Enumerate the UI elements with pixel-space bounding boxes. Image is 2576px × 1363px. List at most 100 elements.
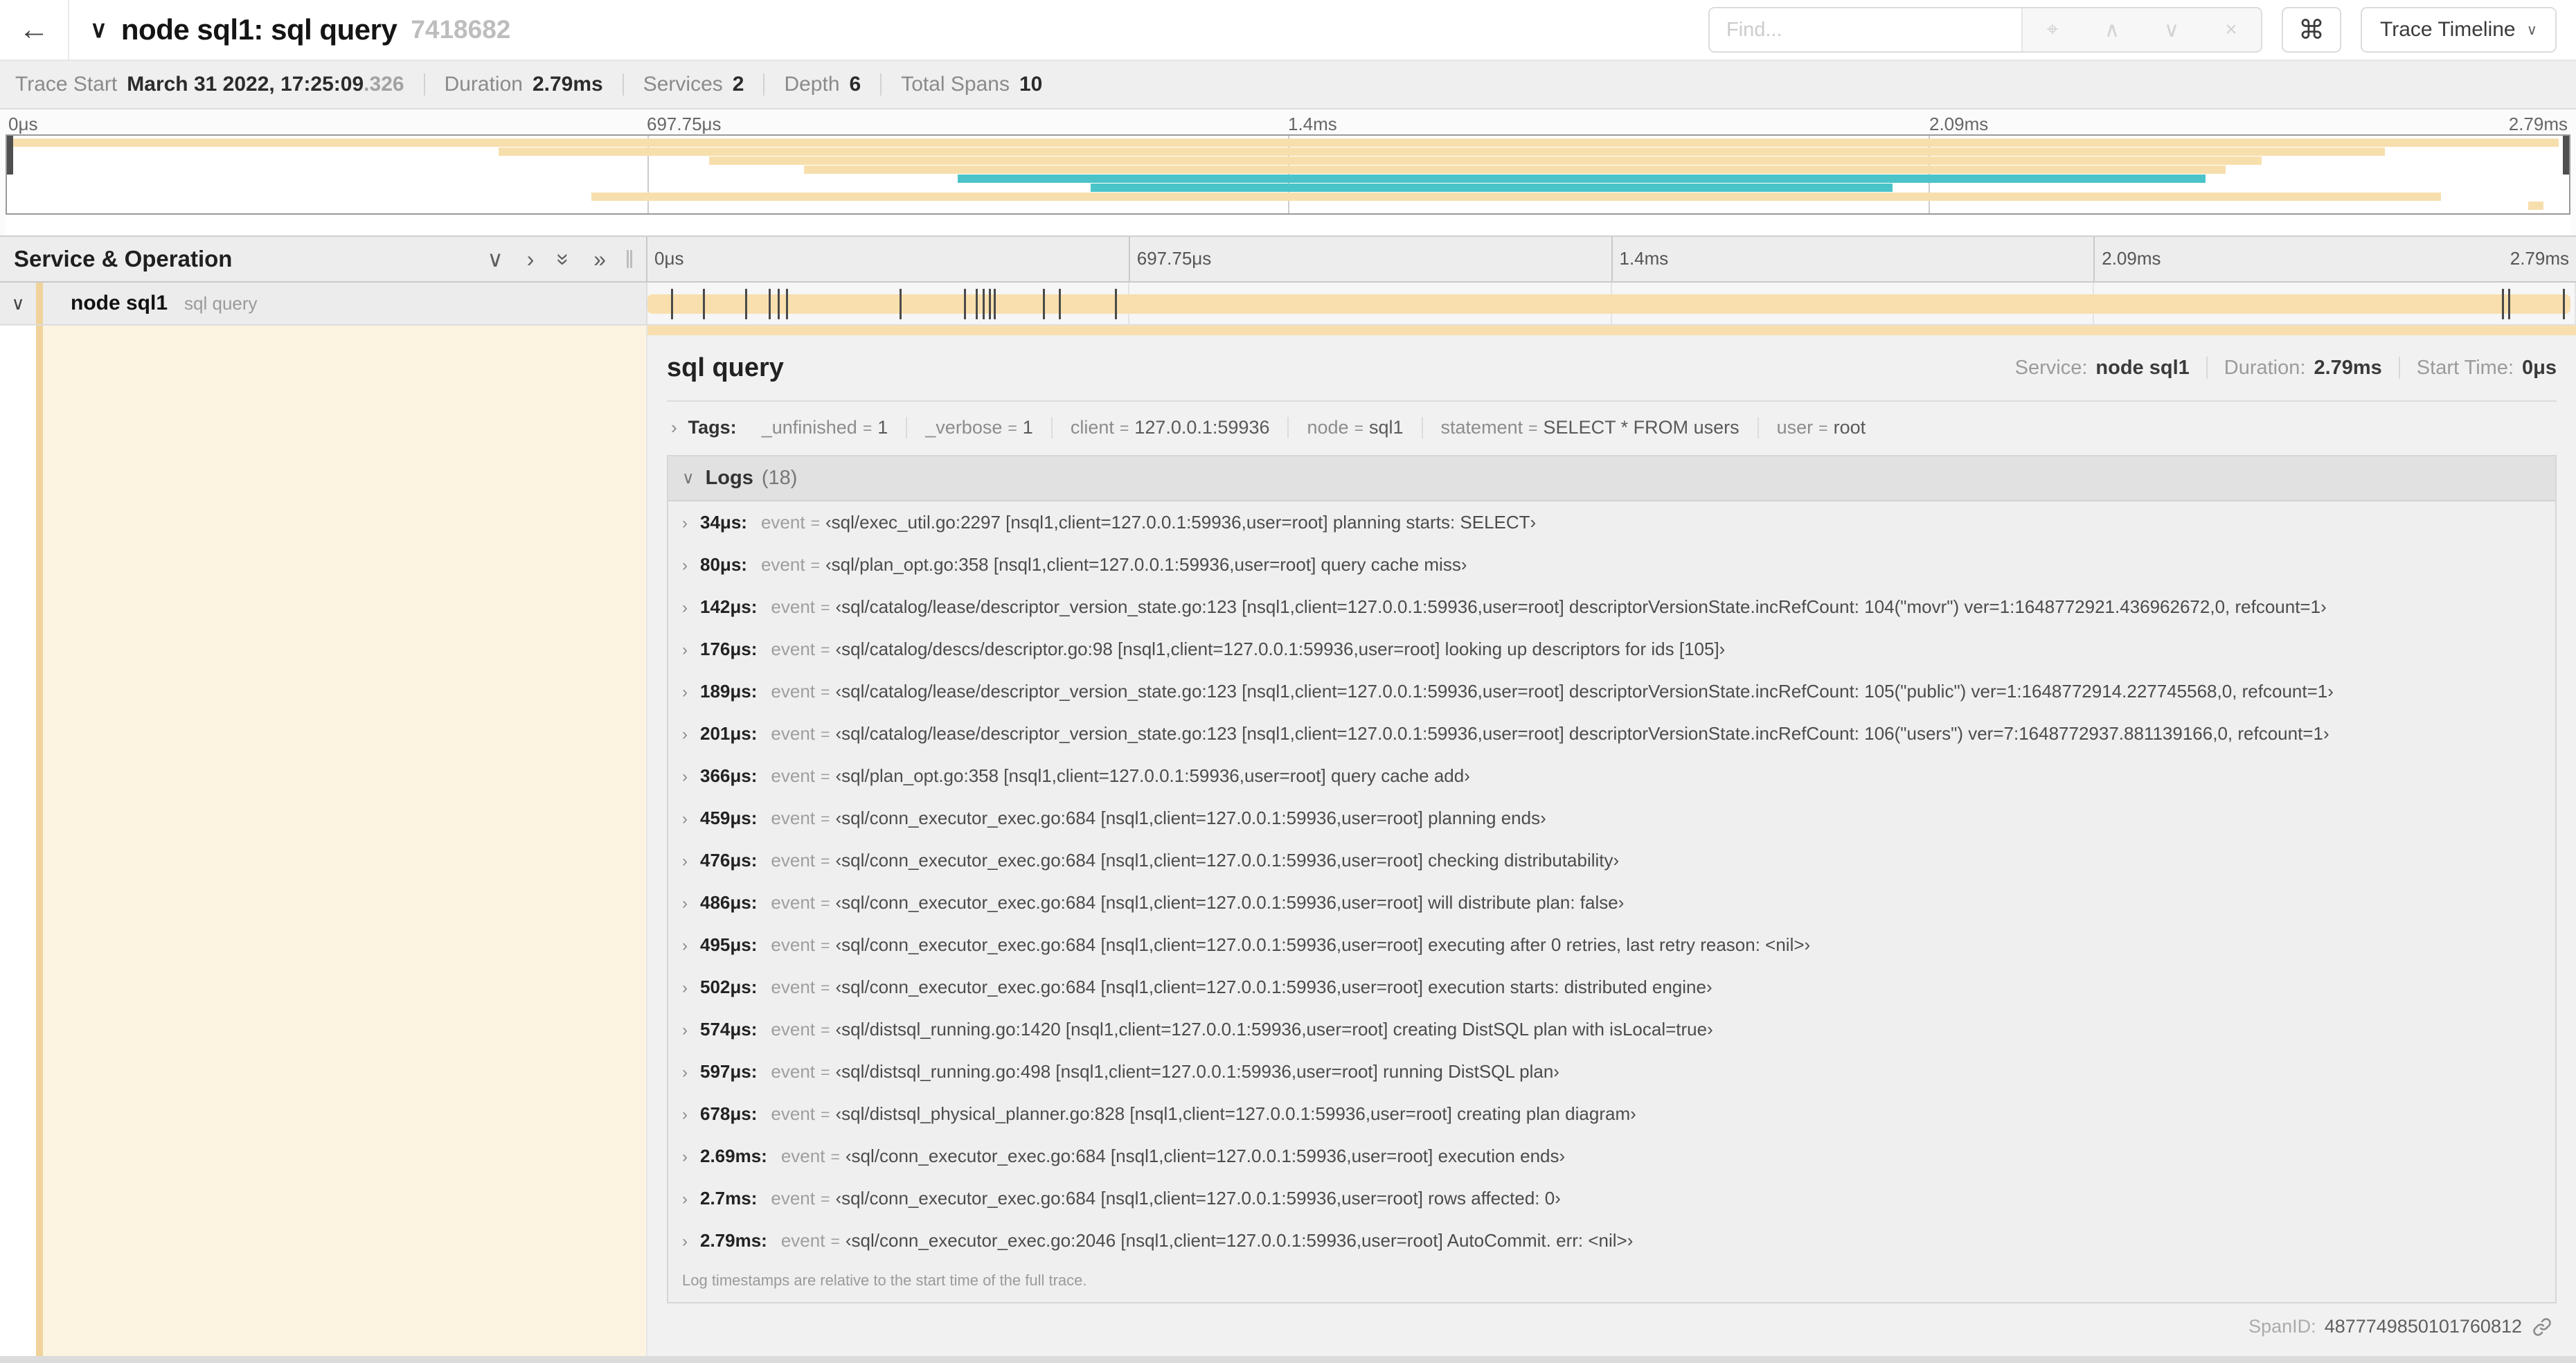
log-field-value: ‹sql/conn_executor_exec.go:684 [nsql1,cl…: [835, 977, 1712, 997]
log-entry-row[interactable]: › 574μs: event = ‹sql/distsql_running.go:142…: [668, 1008, 2555, 1051]
tag-item[interactable]: _verbose = 1: [907, 417, 1053, 438]
command-icon: ⌘: [2298, 15, 2325, 45]
minimap-span-bar: [1091, 184, 1893, 192]
log-entry-row[interactable]: › 2.7ms: event = ‹sql/conn_executor_exec.go:…: [668, 1177, 2555, 1220]
chevron-down-icon: ∨: [2526, 21, 2537, 38]
tag-item[interactable]: client = 127.0.0.1:59936: [1053, 417, 1289, 438]
log-entry-row[interactable]: › 366μs: event = ‹sql/plan_opt.go:358 [nsql1…: [668, 755, 2555, 797]
log-timestamp: 574μs:: [700, 1019, 758, 1040]
log-entry-row[interactable]: › 201μs: event = ‹sql/catalog/lease/descript…: [668, 713, 2555, 755]
detail-header: sql query Service: node sql1 Duration: 2…: [667, 335, 2557, 400]
span-name-cell[interactable]: ∨ node sql1 sql query: [0, 283, 647, 326]
log-marker-tick: [900, 289, 902, 319]
log-field-key: event: [771, 892, 816, 913]
minimap-canvas[interactable]: [6, 134, 2570, 215]
span-detail-title: sql query: [667, 353, 784, 382]
chevron-right-icon: ›: [682, 852, 688, 871]
minimap-scrubber-left[interactable]: [7, 136, 13, 175]
trace-title-group[interactable]: ∨ node sql1: sql query 7418682: [69, 13, 510, 46]
log-field-value: ‹sql/plan_opt.go:358 [nsql1,client=127.0…: [825, 554, 1467, 575]
span-bar-cell[interactable]: [647, 283, 2576, 326]
chevron-right-icon: ›: [682, 641, 688, 659]
log-field-key: event: [771, 596, 816, 617]
expand-all-icon[interactable]: »: [593, 247, 606, 272]
log-entry-row[interactable]: › 189μs: event = ‹sql/catalog/lease/descript…: [668, 670, 2555, 713]
log-entry-row[interactable]: › 80μs: event = ‹sql/plan_opt.go:358 [nsql1,…: [668, 544, 2555, 586]
trace-meta-bar: Trace Start March 31 2022, 17:25:09.326 …: [0, 61, 2576, 109]
log-entry-row[interactable]: › 597μs: event = ‹sql/distsql_running.go:498…: [668, 1051, 2555, 1093]
logs-header[interactable]: ∨ Logs (18): [668, 456, 2555, 501]
meta-value: 2: [732, 73, 744, 96]
trace-timeline-dropdown[interactable]: Trace Timeline ∨: [2361, 7, 2557, 53]
back-arrow-icon: ←: [19, 12, 49, 46]
collapse-all-icon[interactable]: »: [551, 253, 577, 265]
next-match-icon[interactable]: ∨: [2142, 18, 2201, 42]
locate-icon[interactable]: ⌖: [2023, 18, 2082, 42]
log-entry-row[interactable]: › 176μs: event = ‹sql/catalog/descs/descript…: [668, 628, 2555, 670]
find-input[interactable]: [1710, 8, 2021, 51]
log-entry-row[interactable]: › 476μs: event = ‹sql/conn_executor_exec.go:…: [668, 839, 2555, 882]
divider: [423, 73, 425, 96]
service-color-stripe: [36, 283, 43, 324]
chevron-right-icon: ›: [682, 1148, 688, 1166]
log-timestamp: 459μs:: [700, 808, 758, 828]
log-marker-tick: [2501, 289, 2504, 319]
log-timestamp: 2.79ms:: [700, 1230, 767, 1251]
collapse-one-icon[interactable]: ∨: [487, 246, 503, 272]
log-field-value: ‹sql/catalog/lease/descriptor_version_st…: [835, 681, 2334, 702]
meta-trace-start: Trace Start March 31 2022, 17:25:09.326: [15, 73, 404, 96]
log-field-key: event: [760, 512, 805, 533]
tag-item[interactable]: node = sql1: [1289, 417, 1423, 438]
log-marker-tick: [745, 289, 748, 319]
ruler-tick-label: 2.79ms: [2508, 114, 2568, 134]
log-entry-row[interactable]: › 2.69ms: event = ‹sql/conn_executor_exec.go…: [668, 1135, 2555, 1177]
meta-services: Services 2: [643, 73, 744, 96]
log-entry-row[interactable]: › 459μs: event = ‹sql/conn_executor_exec.go:…: [668, 797, 2555, 839]
prev-match-icon[interactable]: ∧: [2082, 18, 2142, 42]
chevron-down-icon[interactable]: ∨: [0, 293, 36, 314]
log-timestamp: 486μs:: [700, 892, 758, 913]
back-button[interactable]: ←: [0, 0, 69, 60]
span-duration-bar[interactable]: [647, 289, 2570, 319]
log-entry-row[interactable]: › 2.79ms: event = ‹sql/conn_executor_exec.go…: [668, 1220, 2555, 1262]
log-timestamp: 34μs:: [700, 512, 747, 533]
minimap-span-bar: [803, 166, 2226, 174]
log-entry-row[interactable]: › 502μs: event = ‹sql/conn_executor_exec.go:…: [668, 966, 2555, 1008]
log-field-key: event: [771, 765, 816, 786]
log-marker-tick: [769, 289, 771, 319]
meta-value: 6: [849, 73, 861, 96]
log-field-key: event: [771, 850, 816, 871]
log-field-key: event: [771, 723, 816, 744]
link-icon[interactable]: [2532, 1317, 2552, 1337]
log-entry-row[interactable]: › 486μs: event = ‹sql/conn_executor_exec.go:…: [668, 882, 2555, 924]
find-group: ⌖ ∧ ∨ ×: [1708, 7, 2262, 53]
meta-depth: Depth 6: [784, 73, 861, 96]
log-marker-tick: [975, 289, 978, 319]
tag-item[interactable]: statement = SELECT * FROM users: [1423, 417, 1759, 438]
log-entry-row[interactable]: › 34μs: event = ‹sql/exec_util.go:2297 [nsql…: [668, 501, 2555, 544]
trace-page: ← ∨ node sql1: sql query 7418682 ⌖ ∧ ∨ ×…: [0, 0, 2576, 1363]
log-field-key: event: [771, 1061, 816, 1082]
tags-row[interactable]: › Tags: _unfinished = 1 _verbose = 1 client = 12…: [667, 402, 2557, 452]
log-entry-row[interactable]: › 678μs: event = ‹sql/distsql_physical_plann…: [668, 1093, 2555, 1135]
clear-find-icon[interactable]: ×: [2201, 18, 2261, 42]
log-timestamp: 597μs:: [700, 1061, 758, 1082]
log-entry-row[interactable]: › 142μs: event = ‹sql/catalog/lease/descript…: [668, 586, 2555, 628]
logs-count: (18): [761, 467, 798, 489]
tag-item[interactable]: user = root: [1759, 417, 1884, 438]
tag-item[interactable]: _unfinished = 1: [744, 417, 908, 438]
overview-label: Service:: [2014, 356, 2088, 379]
logs-list: › 34μs: event = ‹sql/exec_util.go:2297 [nsql…: [668, 501, 2555, 1262]
meta-value-ms: .326: [364, 73, 404, 96]
expand-one-icon[interactable]: ›: [527, 247, 535, 272]
chevron-right-icon: ›: [682, 1063, 688, 1082]
ruler-cell: 1.4ms: [1613, 237, 2095, 281]
log-entry-row[interactable]: › 495μs: event = ‹sql/conn_executor_exec.go:…: [668, 924, 2555, 966]
keyboard-shortcuts-button[interactable]: ⌘: [2282, 7, 2341, 53]
chevron-right-icon: ›: [682, 767, 688, 786]
column-resizer[interactable]: [627, 250, 632, 268]
log-marker-tick: [988, 289, 991, 319]
span-id-label: SpanID:: [2248, 1316, 2316, 1337]
ruler-tick-label: 697.75μs: [647, 114, 722, 134]
minimap-scrubber-right[interactable]: [2563, 136, 2569, 175]
